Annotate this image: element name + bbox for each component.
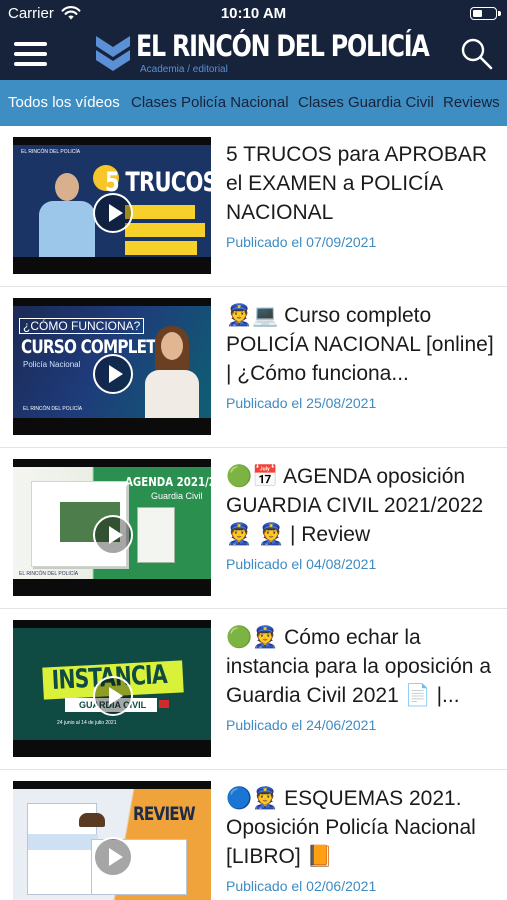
thumbnail-brand: EL RINCÓN DEL POLICÍA	[21, 149, 81, 155]
publish-date: Publicado el 07/09/2021	[226, 234, 377, 250]
video-title[interactable]: 5 TRUCOS para APROBAR el EXAMEN a POLICÍ…	[226, 140, 498, 227]
video-list-item[interactable]: EL RINCÓN DEL POLICÍA 5 TRUCOS 5 TRUCOS …	[0, 126, 507, 287]
thumbnail-subtitle: Policía Nacional	[23, 360, 81, 369]
video-list-item[interactable]: AGENDA 2021/22 Guardia Civil EL RINCÓN D…	[0, 448, 507, 609]
tab-clases-policia-nacional[interactable]: Clases Policía Nacional	[131, 80, 289, 126]
thumbnail-headline: AGENDA 2021/22	[125, 475, 211, 489]
video-thumbnail[interactable]: INSTANCIA GUARDIA CIVIL 24 junio al 14 d…	[13, 620, 211, 757]
chevron-shield-logo-icon	[96, 36, 130, 71]
thumbnail-headline: 5 TRUCOS	[105, 167, 211, 198]
video-thumbnail[interactable]: REVIEW	[13, 781, 211, 900]
hamburger-menu-icon[interactable]	[14, 42, 48, 66]
publish-date: Publicado el 25/08/2021	[226, 395, 377, 411]
app-title: EL RINCÓN DEL POLICÍA	[136, 29, 430, 63]
clock: 10:10 AM	[220, 5, 287, 22]
thumbnail-brand: EL RINCÓN DEL POLICÍA	[19, 571, 79, 577]
battery-icon	[470, 7, 501, 20]
video-thumbnail[interactable]: EL RINCÓN DEL POLICÍA 5 TRUCOS	[13, 137, 211, 274]
publish-date: Publicado el 24/06/2021	[226, 717, 377, 733]
video-thumbnail[interactable]: AGENDA 2021/22 Guardia Civil EL RINCÓN D…	[13, 459, 211, 596]
search-icon[interactable]	[458, 36, 494, 72]
tab-todos-los-videos[interactable]: Todos los vídeos	[8, 80, 120, 126]
thumbnail-subtitle: Guardia Civil	[151, 491, 203, 501]
thumbnail-headline: REVIEW	[133, 803, 196, 825]
app-header: EL RINCÓN DEL POLICÍA Academia / editori…	[0, 28, 507, 80]
category-tabs: Todos los vídeos Clases Policía Nacional…	[0, 80, 507, 126]
play-icon[interactable]	[93, 515, 133, 555]
play-icon[interactable]	[93, 354, 133, 394]
play-icon[interactable]	[93, 676, 133, 716]
thumbnail-headline: CURSO COMPLETO	[21, 336, 169, 358]
publish-date: Publicado el 04/08/2021	[226, 556, 377, 572]
status-bar: Carrier 10:10 AM	[0, 0, 507, 28]
flag-icon	[159, 700, 169, 708]
video-thumbnail[interactable]: ¿CÓMO FUNCIONA? CURSO COMPLETO Policía N…	[13, 298, 211, 435]
play-icon[interactable]	[93, 837, 133, 877]
tab-reviews[interactable]: Reviews	[443, 80, 500, 126]
thumbnail-question: ¿CÓMO FUNCIONA?	[19, 318, 145, 334]
video-title[interactable]: 🔵👮 ESQUEMAS 2021. Oposición Policía Naci…	[226, 784, 498, 871]
video-title[interactable]: 🟢📅 AGENDA oposición GUARDIA CIVIL 2021/2…	[226, 462, 498, 549]
tab-clases-guardia-civil[interactable]: Clases Guardia Civil	[298, 80, 434, 126]
video-list: EL RINCÓN DEL POLICÍA 5 TRUCOS 5 TRUCOS …	[0, 126, 507, 900]
app-subtitle: Academia / editorial	[140, 64, 228, 75]
video-list-item[interactable]: REVIEW 🔵👮 ESQUEMAS 2021. Oposición Polic…	[0, 770, 507, 900]
thumbnail-dates: 24 junio al 14 de julio 2021	[57, 720, 117, 726]
video-list-item[interactable]: INSTANCIA GUARDIA CIVIL 24 junio al 14 d…	[0, 609, 507, 770]
video-title[interactable]: 👮💻 Curso completo POLICÍA NACIONAL [onli…	[226, 301, 498, 388]
play-icon[interactable]	[93, 193, 133, 233]
publish-date: Publicado el 02/06/2021	[226, 878, 377, 894]
thumbnail-brand: EL RINCÓN DEL POLICÍA	[23, 406, 83, 412]
video-list-item[interactable]: ¿CÓMO FUNCIONA? CURSO COMPLETO Policía N…	[0, 287, 507, 448]
video-title[interactable]: 🟢👮 Cómo echar la instancia para la oposi…	[226, 623, 498, 710]
